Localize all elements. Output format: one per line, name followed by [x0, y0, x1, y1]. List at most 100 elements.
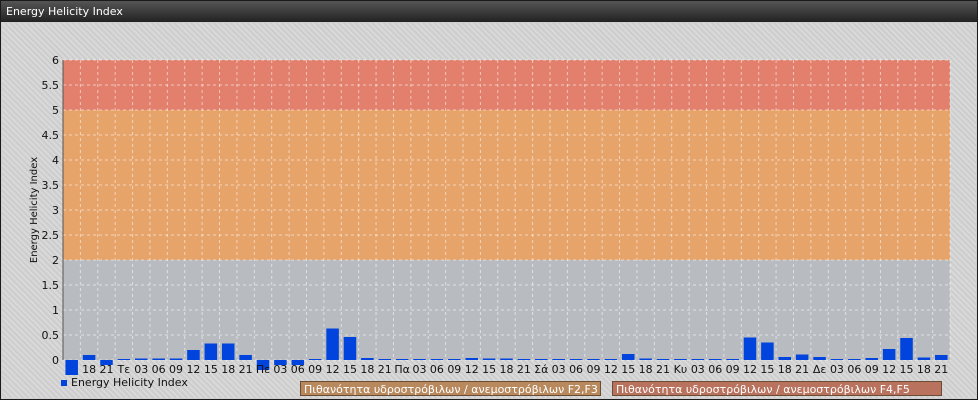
y-tick-label: 0: [52, 354, 59, 367]
bar: [482, 358, 496, 360]
x-tick-label: 12: [186, 363, 200, 376]
bar: [587, 359, 600, 360]
bar: [761, 342, 774, 360]
x-tick-label: 06: [847, 363, 861, 376]
x-tick-label: 18: [221, 363, 235, 376]
bar: [395, 359, 409, 360]
x-tick-label: 03: [552, 363, 566, 376]
chart-svg: 0 0.5 1 1.5 2 2.5 3 3.5 4 4.5 5 5.5 6 Energy Helicity…: [29, 54, 951, 376]
bar: [656, 359, 670, 360]
bar: [604, 359, 618, 360]
x-tick-label: 09: [865, 363, 879, 376]
bar: [795, 354, 809, 360]
x-tick-label: 15: [204, 363, 218, 376]
x-tick-label: 21: [656, 363, 670, 376]
bar: [500, 358, 513, 360]
legend-band-f2f3[interactable]: Πιθανότητα υδροστρόβιλων / ανεμοστρόβιλω…: [300, 381, 601, 396]
bar: [413, 359, 426, 360]
x-tick-label: 03: [134, 363, 148, 376]
bar: [448, 359, 461, 360]
y-tick-label: 6: [52, 54, 59, 67]
x-tick-label: 12: [743, 363, 757, 376]
x-tick-label: 18: [778, 363, 792, 376]
bar: [621, 354, 635, 360]
x-tick-label: 06: [569, 363, 583, 376]
x-tick-label: Δε: [813, 363, 827, 376]
x-tick-label: 06: [708, 363, 722, 376]
x-tick-label: 21: [239, 363, 253, 376]
bar: [865, 358, 878, 360]
x-tick-label: 12: [465, 363, 479, 376]
x-tick-label: 18: [82, 363, 96, 376]
bar: [169, 358, 183, 360]
bar: [830, 359, 844, 360]
bar: [743, 337, 757, 360]
x-tick-label: 18: [360, 363, 374, 376]
bar: [517, 359, 531, 360]
y-tick-label: 5: [52, 104, 59, 117]
x-tick-label: Τε: [117, 363, 131, 376]
bar: [135, 358, 148, 360]
legend-series[interactable]: Energy Helicity Index: [61, 376, 188, 389]
x-tick-label: 03: [413, 363, 427, 376]
x-tick-label: Πα: [394, 363, 410, 376]
y-tick-label: 1.5: [42, 279, 60, 292]
bar: [65, 360, 78, 375]
bar: [708, 359, 722, 360]
x-tick-label: 12: [604, 363, 618, 376]
x-tick-label: 18: [500, 363, 514, 376]
bar: [674, 359, 687, 360]
bar: [82, 355, 96, 360]
x-tick-label: 09: [447, 363, 461, 376]
x-tick-label: 15: [343, 363, 357, 376]
legend-swatch-icon: [61, 379, 67, 386]
bar: [848, 359, 861, 360]
bar: [465, 358, 478, 360]
bar: [187, 350, 200, 360]
x-tick-label: 03: [830, 363, 844, 376]
x-tick-label: 09: [169, 363, 183, 376]
bar: [239, 355, 252, 360]
y-tick-label: 2: [52, 254, 59, 267]
bar: [326, 328, 339, 360]
bar: [639, 358, 652, 360]
bar: [204, 343, 218, 360]
y-tick-label: 3.5: [42, 179, 60, 192]
x-tick-label: 06: [430, 363, 444, 376]
x-tick-label: 21: [517, 363, 531, 376]
x-tick-label: 03: [691, 363, 705, 376]
x-tick-label: 15: [482, 363, 496, 376]
bar: [900, 338, 913, 360]
x-tick-label: 09: [726, 363, 740, 376]
y-axis-label: Energy Helicity Index: [29, 157, 40, 263]
bar: [361, 358, 374, 360]
bar: [117, 359, 131, 360]
bar: [882, 349, 896, 360]
x-tick-label: 15: [621, 363, 635, 376]
bar: [343, 337, 357, 360]
x-tick-label: 21: [795, 363, 809, 376]
bar: [935, 355, 948, 360]
x-tick-label: 15: [900, 363, 914, 376]
y-tick-label: 4: [52, 154, 59, 167]
x-tick-label: 21: [99, 363, 113, 376]
x-tick-label: 12: [882, 363, 896, 376]
x-tick-label: Κυ: [674, 363, 688, 376]
y-tick-label: 5.5: [42, 79, 60, 92]
bar: [778, 357, 792, 360]
bar: [430, 359, 444, 360]
x-tick-label: 06: [291, 363, 305, 376]
y-tick-label: 0.5: [42, 329, 60, 342]
x-tick-label: 06: [152, 363, 166, 376]
x-tick-label: 03: [273, 363, 287, 376]
x-tick-label: 18: [917, 363, 931, 376]
legend-band-f4f5[interactable]: Πιθανότητα υδροστρόβιλων / ανεμοστρόβιλω…: [612, 381, 942, 396]
bar: [552, 359, 565, 360]
bar: [152, 358, 165, 360]
legend-series-label: Energy Helicity Index: [71, 376, 188, 389]
bar: [308, 359, 322, 360]
x-tick-label: 12: [326, 363, 340, 376]
bar: [221, 343, 235, 360]
x-tick-label: Σά: [534, 363, 548, 376]
bar: [813, 357, 826, 360]
